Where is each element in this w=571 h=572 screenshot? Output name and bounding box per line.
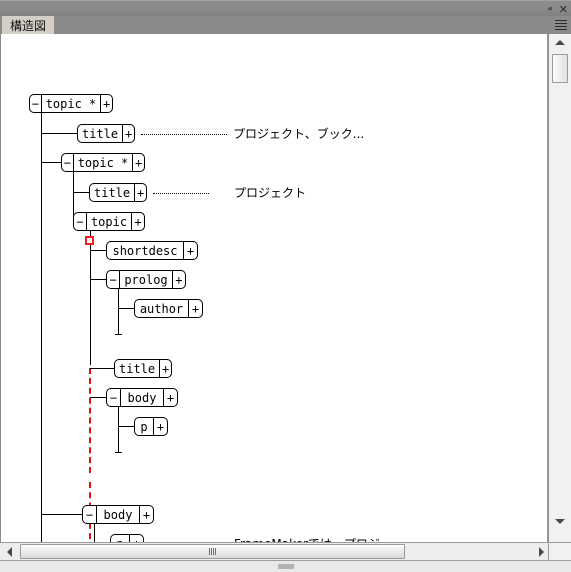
- scroll-left-button[interactable]: [0, 543, 18, 560]
- close-icon[interactable]: ✕: [559, 4, 568, 15]
- tree-connector: [118, 308, 134, 309]
- resize-grip-icon[interactable]: [278, 564, 293, 569]
- expand-toggle-icon[interactable]: +: [171, 271, 185, 288]
- tree-node-p[interactable]: p+: [134, 417, 168, 436]
- tree-node-topic[interactable]: − topic * +: [29, 94, 113, 113]
- expand-toggle-icon[interactable]: +: [183, 242, 197, 259]
- structure-view-window: « ✕ 構造図 − topic * + title + プロジェクト、ブック..…: [0, 0, 571, 572]
- tree-connector: [90, 250, 106, 251]
- tree-node-topic[interactable]: − topic * +: [61, 153, 145, 172]
- tree-node-label: title: [94, 185, 131, 200]
- tree-node-title[interactable]: title +: [114, 359, 172, 378]
- horizontal-scrollbar[interactable]: [0, 542, 557, 560]
- tree-connector-prolog: [118, 289, 119, 335]
- tree-connector-changebar-upper: [89, 368, 91, 473]
- expand-toggle-icon[interactable]: +: [188, 300, 202, 317]
- tree-node-label: author: [139, 301, 184, 316]
- canvas-frame: − topic * + title + プロジェクト、ブック... − topic * + tit…: [0, 34, 571, 552]
- tree-node-title[interactable]: title +: [77, 124, 135, 143]
- collapse-icon[interactable]: «: [548, 5, 553, 13]
- tree-node-prolog[interactable]: − prolog +: [106, 270, 186, 289]
- tree-node-label: topic *: [77, 155, 129, 170]
- scroll-up-button[interactable]: [549, 34, 571, 51]
- leader-dots: [153, 193, 209, 195]
- collapse-toggle-icon[interactable]: −: [62, 154, 74, 171]
- tree-connector: [90, 279, 106, 280]
- tree-connector: [73, 192, 89, 193]
- triangle-right-icon: [538, 546, 544, 557]
- scrollbar-corner: [548, 542, 571, 560]
- collapse-toggle-icon[interactable]: −: [74, 213, 87, 230]
- triangle-up-icon: [555, 40, 565, 45]
- tree-node-title[interactable]: title +: [89, 183, 147, 202]
- tree-node-body[interactable]: − body +: [82, 505, 154, 524]
- expand-toggle-icon[interactable]: +: [159, 360, 171, 377]
- tab-bar: 構造図: [0, 16, 571, 34]
- tree-node-label: title: [119, 361, 156, 376]
- tree-connector: [41, 162, 61, 163]
- tree-connector: [118, 426, 134, 427]
- tree-connector: [41, 133, 77, 134]
- tree-connector-body1: [118, 407, 119, 453]
- horizontal-scroll-thumb[interactable]: [20, 544, 405, 559]
- tree-node-label: body: [103, 507, 133, 522]
- expand-toggle-icon[interactable]: +: [100, 95, 112, 112]
- window-controls: « ✕: [548, 1, 568, 17]
- structure-tree-canvas[interactable]: − topic * + title + プロジェクト、ブック... − topic * + tit…: [1, 34, 548, 547]
- tree-connector-root: [41, 113, 42, 547]
- tree-branch-end: [115, 334, 122, 335]
- triangle-down-icon: [555, 519, 565, 524]
- vertical-scroll-thumb[interactable]: [552, 54, 568, 83]
- change-marker-icon[interactable]: [85, 236, 94, 245]
- scroll-down-button[interactable]: [549, 513, 571, 530]
- expand-toggle-icon[interactable]: +: [139, 506, 153, 523]
- tree-node-author[interactable]: author +: [134, 299, 203, 318]
- panel-title-bar: « ✕: [0, 0, 571, 16]
- tree-node-topic[interactable]: − topic +: [73, 212, 145, 231]
- triangle-left-icon: [6, 546, 12, 557]
- expand-toggle-icon[interactable]: +: [122, 125, 134, 142]
- expand-toggle-icon[interactable]: +: [132, 154, 144, 171]
- tree-node-label: title: [82, 126, 119, 141]
- collapse-toggle-icon[interactable]: −: [107, 271, 121, 288]
- element-content-preview: プロジェクト: [234, 186, 307, 200]
- expand-toggle-icon[interactable]: +: [153, 418, 167, 435]
- tab-structure-view[interactable]: 構造図: [2, 16, 55, 34]
- tree-node-body[interactable]: − body +: [106, 388, 178, 407]
- tree-node-label: shortdesc: [112, 243, 178, 258]
- expand-toggle-icon[interactable]: +: [163, 389, 177, 406]
- tree-branch-end: [115, 452, 122, 453]
- element-content-preview: プロジェクト、ブック...: [233, 127, 365, 141]
- tree-connector: [41, 514, 82, 515]
- vertical-scrollbar[interactable]: [548, 34, 571, 552]
- structure-tree: − topic * + title + プロジェクト、ブック... − topic * + tit…: [1, 34, 547, 547]
- tree-node-label: p: [140, 419, 148, 434]
- tree-node-shortdesc[interactable]: shortdesc +: [106, 241, 198, 260]
- status-bar: [0, 560, 571, 572]
- hamburger-menu-icon[interactable]: [555, 20, 567, 30]
- leader-dots: [141, 134, 227, 136]
- tab-label: 構造図: [10, 18, 47, 33]
- tree-connector: [90, 397, 106, 398]
- collapse-toggle-icon[interactable]: −: [107, 389, 121, 406]
- tree-node-label: body: [127, 390, 157, 405]
- tree-connector: [90, 368, 114, 369]
- tree-connector-topic3-upper: [90, 231, 91, 365]
- expand-toggle-icon[interactable]: +: [131, 213, 144, 230]
- collapse-toggle-icon[interactable]: −: [30, 95, 42, 112]
- tree-node-label: topic *: [45, 96, 97, 111]
- tree-node-label: topic: [90, 214, 128, 229]
- expand-toggle-icon[interactable]: +: [134, 184, 146, 201]
- collapse-toggle-icon[interactable]: −: [83, 506, 97, 523]
- tree-node-label: prolog: [124, 272, 168, 287]
- thumb-grip-icon: [209, 548, 216, 555]
